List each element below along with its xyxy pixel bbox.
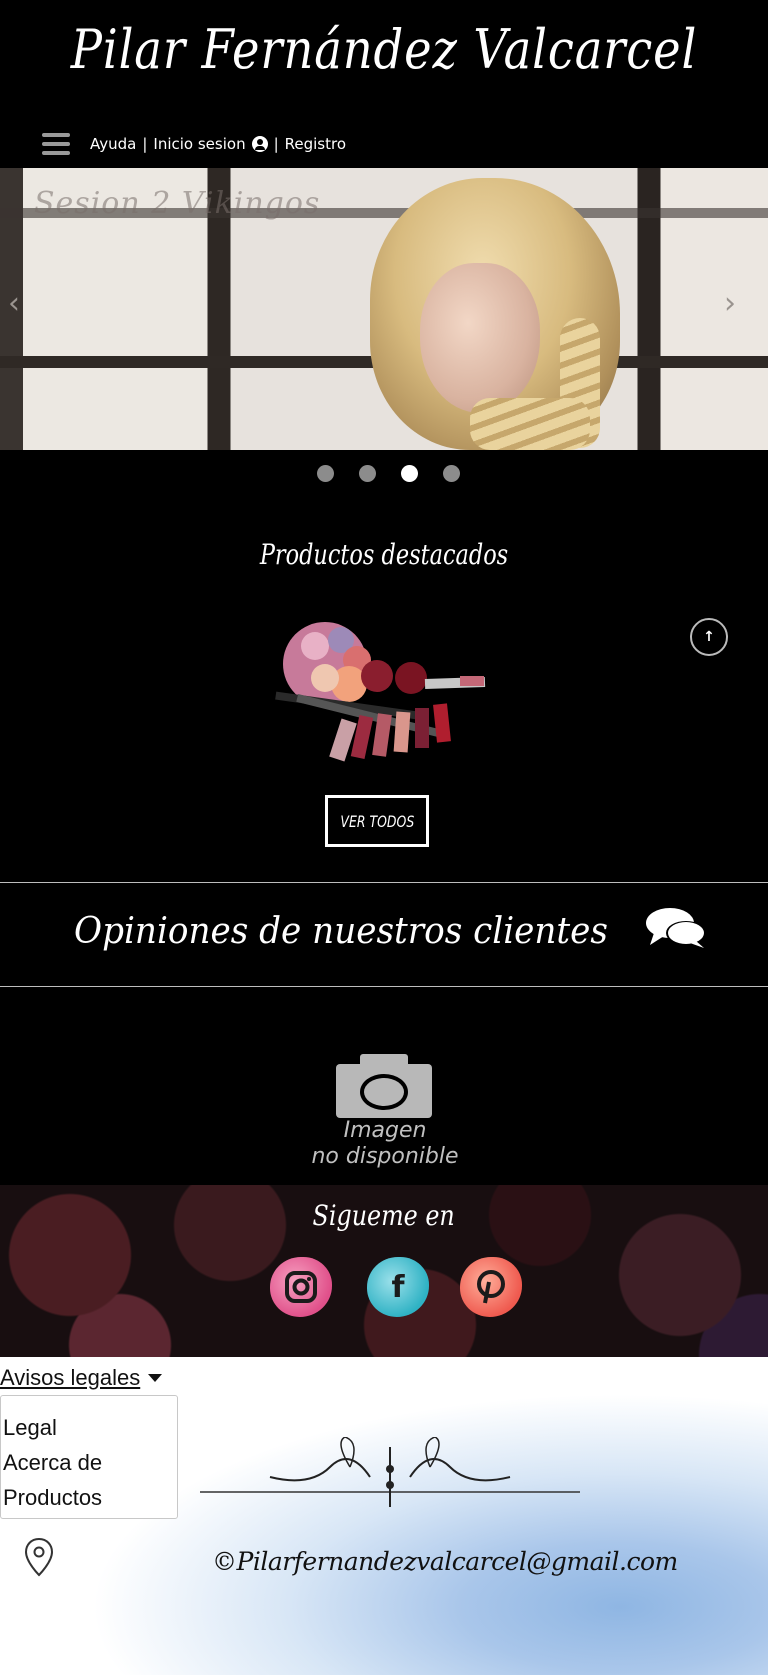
caret-down-icon: [148, 1374, 163, 1382]
social-title-text: Sigueme en: [312, 1199, 456, 1232]
legal-dropdown-label: Avisos legales: [0, 1365, 141, 1390]
contact-email[interactable]: ©Pilarfernandezvalcarcel@gmail.com: [212, 1547, 678, 1576]
carousel-prev-chevron-icon[interactable]: ‹: [8, 286, 20, 321]
no-image-line2: no disponible: [311, 1144, 459, 1169]
hamburger-menu-icon[interactable]: [42, 133, 70, 155]
view-all-label: VER TODOS: [340, 811, 414, 831]
carousel-indicators: [0, 465, 768, 482]
carousel-dot-4[interactable]: [443, 465, 460, 482]
view-all-button[interactable]: VER TODOS: [325, 795, 429, 847]
facebook-glyph: f: [391, 1269, 405, 1305]
legal-dropdown-menu: Legal Acerca de Productos: [0, 1395, 178, 1519]
featured-title: Productos destacados: [259, 538, 509, 571]
site-brand-title[interactable]: Pilar Fernández Valcarcel: [54, 18, 714, 81]
nav-help-link[interactable]: Ayuda: [90, 135, 136, 153]
instagram-icon[interactable]: [270, 1257, 332, 1317]
no-image-caption: Imagen no disponible: [270, 1118, 500, 1170]
legal-menu-item-about[interactable]: Acerca de: [3, 1445, 177, 1480]
scroll-to-top-button[interactable]: ↑: [690, 618, 728, 656]
comments-icon: [645, 908, 706, 948]
top-nav: Ayuda | Inicio sesion | Registro: [42, 130, 346, 158]
nav-separator: |: [273, 135, 279, 153]
hero-carousel: Sesion 2 Vikingos ‹ ›: [0, 168, 768, 450]
opinions-heading: Opiniones de nuestros clientes: [0, 905, 768, 952]
makeup-palette-fan: [283, 622, 427, 706]
no-image-line1: Imagen: [343, 1118, 427, 1143]
slide-photo-braid: [470, 398, 590, 450]
arrow-up-icon: ↑: [703, 629, 715, 645]
facebook-icon[interactable]: f: [367, 1257, 429, 1317]
carousel-dot-1[interactable]: [317, 465, 334, 482]
social-title: Sigueme en: [0, 1199, 768, 1232]
opinions-title: Opiniones de nuestros clientes: [74, 911, 609, 952]
site-footer: Avisos legales Legal Acerca de Productos…: [0, 1357, 768, 1675]
section-divider: [0, 882, 768, 883]
map-pin-icon: [24, 1537, 54, 1577]
instagram-glyph: [285, 1271, 317, 1303]
slide-photo-face: [420, 263, 540, 413]
ornament-divider-icon: [200, 1437, 580, 1507]
featured-product-image[interactable]: [255, 612, 497, 764]
nav-login-link[interactable]: Inicio sesion: [153, 135, 245, 153]
legal-menu-item-products[interactable]: Productos: [3, 1480, 177, 1515]
carousel-dot-3[interactable]: [401, 465, 418, 482]
site-header: Pilar Fernández Valcarcel Ayuda | Inicio…: [0, 0, 768, 168]
user-circle-icon[interactable]: [251, 136, 268, 152]
carousel-dot-2[interactable]: [359, 465, 376, 482]
carousel-next-chevron-icon[interactable]: ›: [724, 286, 736, 321]
social-section: Sigueme en f: [0, 1185, 768, 1357]
slide-caption: Sesion 2 Vikingos: [34, 186, 321, 221]
legal-menu-item-legal[interactable]: Legal: [3, 1410, 177, 1445]
pinterest-icon[interactable]: [460, 1257, 522, 1317]
legal-dropdown-toggle[interactable]: Avisos legales: [0, 1365, 163, 1391]
section-divider: [0, 986, 768, 987]
pinterest-glyph: [477, 1270, 505, 1304]
nav-separator: |: [142, 135, 148, 153]
nav-register-link[interactable]: Registro: [285, 135, 346, 153]
